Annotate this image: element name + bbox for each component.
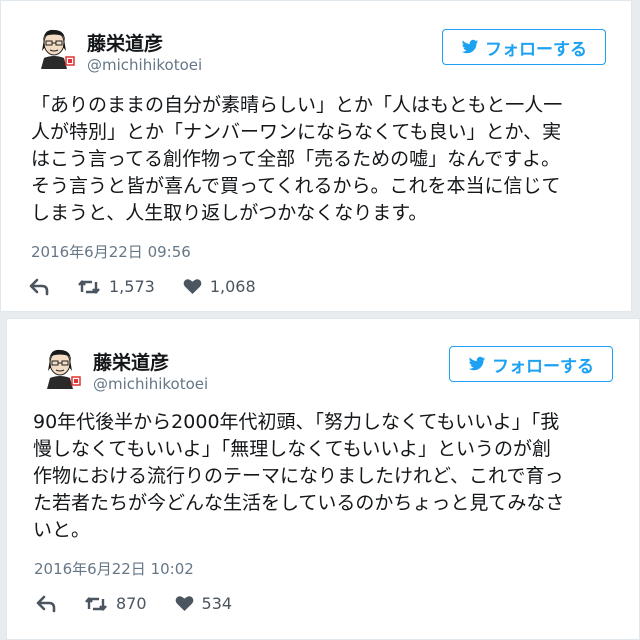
tweet-text-line: 90年代後半から2000年代初頭、「努力しなくてもいいよ」「我 bbox=[33, 411, 560, 433]
like-button[interactable]: 1,068 bbox=[183, 277, 256, 296]
display-name[interactable]: 藤栄道彦 bbox=[87, 29, 163, 56]
tweet-text-line: 人が特別」とか「ナンバーワンにならなくても良い」とか、実 bbox=[31, 121, 562, 143]
tweet-text-line: 慢しなくてもいいよ」「無理しなくてもいいよ」というのが創 bbox=[33, 438, 551, 460]
tweet-card: 藤栄道彦 @michihikotoei フォローする 「ありのままの自分が素晴ら… bbox=[0, 0, 632, 312]
retweet-button[interactable]: 870 bbox=[84, 594, 147, 613]
tweet-text: 90年代後半から2000年代初頭、「努力しなくてもいいよ」「我 慢しなくてもいい… bbox=[33, 409, 623, 544]
like-button[interactable]: 534 bbox=[175, 594, 233, 613]
retweet-count: 1,573 bbox=[109, 277, 155, 296]
tweet-timestamp[interactable]: 2016年6月22日 10:02 bbox=[34, 558, 194, 579]
follow-button[interactable]: フォローする bbox=[442, 29, 606, 65]
tweet-text-line: はこう言ってる創作物って全部「売るための嘘」なんですよ。 bbox=[31, 148, 561, 170]
avatar-illustration-icon bbox=[38, 345, 82, 389]
retweet-count: 870 bbox=[116, 594, 147, 613]
follow-label: フォローする bbox=[492, 356, 594, 377]
heart-icon bbox=[175, 596, 193, 611]
avatar[interactable] bbox=[38, 345, 82, 389]
tweet-text-line: しまうと、人生取り返しがつかなくなります。 bbox=[31, 202, 428, 224]
heart-icon bbox=[183, 279, 202, 294]
retweet-icon bbox=[78, 279, 100, 294]
like-count: 534 bbox=[201, 594, 233, 613]
twitter-bird-icon bbox=[461, 38, 479, 56]
reply-icon bbox=[29, 278, 49, 295]
follow-label: フォローする bbox=[485, 39, 587, 60]
tweet-text-line: 「ありのままの自分が素晴らしい」とか「人はもともと一人一 bbox=[31, 94, 563, 116]
tweet-timestamp[interactable]: 2016年6月22日 09:56 bbox=[31, 241, 191, 262]
display-name[interactable]: 藤栄道彦 bbox=[93, 348, 169, 375]
tweet-text-line: 作物における流行りのテーマになりましたけれど、これで育っ bbox=[33, 465, 564, 487]
avatar[interactable] bbox=[32, 25, 76, 69]
twitter-bird-icon bbox=[468, 355, 486, 373]
retweet-icon bbox=[85, 596, 107, 611]
retweet-button[interactable]: 1,573 bbox=[77, 277, 155, 296]
user-handle[interactable]: @michihikotoei bbox=[87, 56, 202, 74]
reply-icon bbox=[36, 595, 56, 612]
tweet-text-line: そう言うと皆が喜んで買ってくれるから。これを本当に信じて bbox=[31, 175, 561, 197]
user-handle[interactable]: @michihikotoei bbox=[93, 375, 208, 393]
reply-button[interactable] bbox=[36, 595, 56, 613]
tweet-text: 「ありのままの自分が素晴らしい」とか「人はもともと一人一 人が特別」とか「ナンバ… bbox=[31, 92, 611, 227]
reply-button[interactable] bbox=[29, 278, 49, 296]
tweet-actions: 870 534 bbox=[36, 594, 260, 613]
avatar-illustration-icon bbox=[32, 25, 76, 69]
tweet-text-line: いと。 bbox=[33, 519, 91, 541]
follow-button[interactable]: フォローする bbox=[449, 346, 613, 382]
like-count: 1,068 bbox=[209, 277, 256, 296]
tweet-card: 藤栄道彦 @michihikotoei フォローする 90年代後半から2000年… bbox=[6, 318, 640, 640]
tweet-actions: 1,573 1,068 bbox=[29, 277, 284, 296]
tweet-text-line: た若者たちが今どんな生活をしているのかちょっと見てみなさ bbox=[33, 492, 565, 514]
